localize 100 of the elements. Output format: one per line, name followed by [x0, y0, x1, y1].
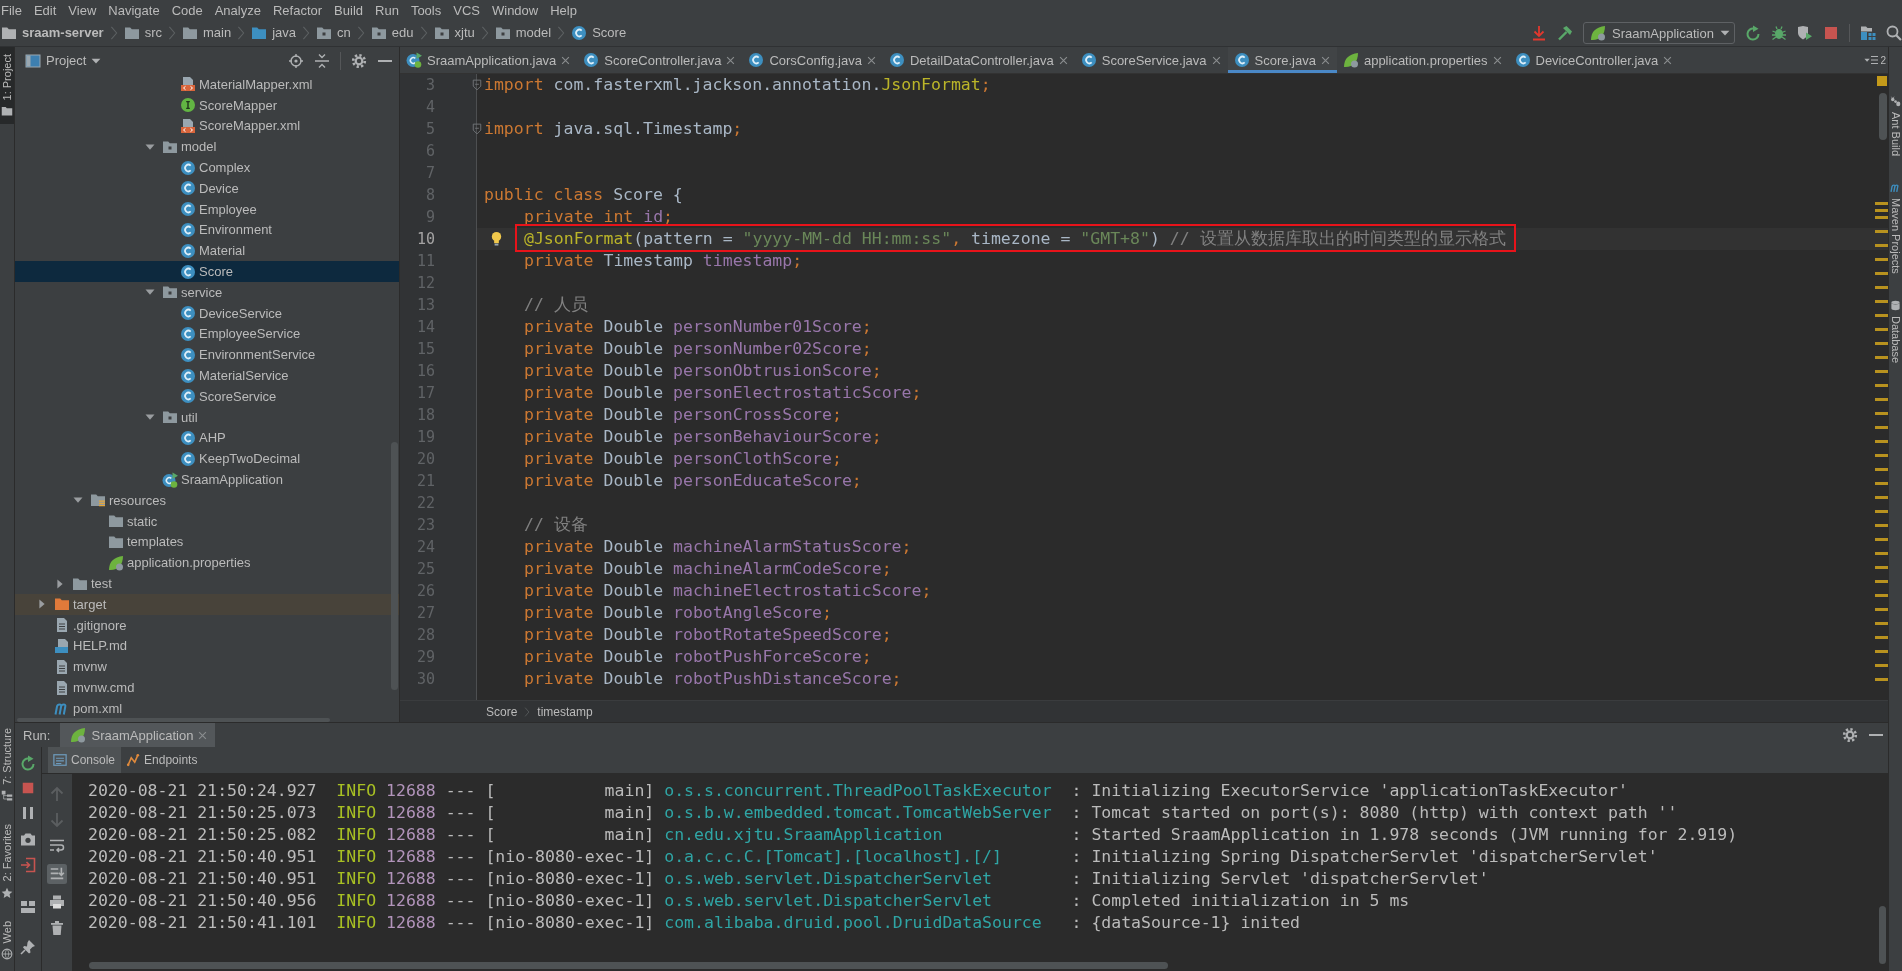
exit-icon[interactable] — [20, 857, 36, 873]
camera-icon[interactable] — [20, 831, 36, 847]
tool-window-button[interactable]: Web — [0, 913, 14, 967]
close-icon[interactable] — [1663, 55, 1673, 65]
tool-window-button[interactable]: 1: Project — [0, 47, 14, 125]
tree-item[interactable]: pom.xml — [15, 697, 399, 719]
breadcrumb[interactable]: java — [251, 24, 297, 42]
search-icon[interactable] — [1886, 25, 1902, 41]
tool-window-button[interactable]: Database — [1889, 292, 1902, 370]
scrollbar-thumb[interactable] — [1879, 93, 1887, 140]
menu-item[interactable]: Build — [334, 1, 363, 19]
tree-item[interactable]: model — [15, 136, 399, 158]
tree-item[interactable]: .gitignore — [15, 614, 399, 636]
trash-icon[interactable] — [49, 920, 65, 936]
breadcrumb[interactable]: main — [182, 24, 232, 42]
tree-item[interactable]: EmployeeService — [15, 323, 399, 345]
tree-item[interactable]: Employee — [15, 198, 399, 220]
tool-window-button[interactable]: Maven Projects — [1889, 175, 1902, 281]
tree-item[interactable]: static — [15, 510, 399, 532]
soft-wrap-icon[interactable] — [49, 838, 65, 854]
stop-icon[interactable] — [1823, 25, 1839, 41]
tree-item[interactable]: mvnw.cmd — [15, 677, 399, 698]
light-bulb-icon[interactable] — [489, 231, 504, 246]
tree-item[interactable]: test — [15, 573, 399, 594]
bug-icon[interactable] — [1771, 25, 1787, 41]
run-tab[interactable]: SraamApplication — [60, 723, 216, 747]
tree-item[interactable]: ScoreMapper.xml — [15, 115, 399, 137]
editor-tab[interactable]: Score.java — [1227, 47, 1337, 73]
project-structure-icon[interactable] — [1860, 25, 1876, 41]
menu-item[interactable]: Window — [491, 1, 539, 19]
scroll-to-end-icon[interactable] — [47, 864, 67, 884]
tree-item[interactable]: MaterialService — [15, 365, 399, 386]
close-icon[interactable] — [561, 55, 571, 65]
tree-item[interactable]: EnvironmentService — [15, 344, 399, 366]
fold-marker-icon[interactable] — [471, 79, 483, 91]
tree-item[interactable]: AHP — [15, 427, 399, 449]
stop-icon[interactable] — [21, 781, 35, 795]
breadcrumb[interactable]: cn — [316, 24, 351, 42]
tree-item[interactable]: application.properties — [15, 552, 399, 574]
close-icon[interactable] — [1211, 55, 1221, 65]
breadcrumb[interactable]: timestamp — [537, 704, 593, 719]
tree-item[interactable]: target — [15, 593, 399, 615]
breadcrumb[interactable]: src — [123, 24, 163, 42]
tree-item[interactable]: mvnw — [15, 656, 399, 678]
tree-item[interactable]: Environment — [15, 219, 399, 241]
console-tab[interactable]: Console — [48, 747, 122, 773]
close-icon[interactable] — [866, 55, 876, 65]
printer-icon[interactable] — [49, 894, 65, 910]
shield-run-icon[interactable] — [1797, 25, 1813, 41]
settings-icon[interactable] — [1842, 727, 1858, 743]
menu-item[interactable]: Code — [171, 1, 203, 19]
close-icon[interactable] — [1492, 55, 1502, 65]
breadcrumb[interactable]: model — [494, 24, 552, 42]
scrollbar-thumb[interactable] — [1879, 906, 1886, 964]
tree-item[interactable]: templates — [15, 531, 399, 553]
tool-window-button[interactable]: 7: Structure — [0, 721, 14, 810]
download-arrow-icon[interactable] — [1531, 25, 1547, 41]
crosshair-icon[interactable] — [288, 52, 304, 69]
tree-item[interactable]: DeviceService — [15, 302, 399, 324]
tool-window-button[interactable]: 2: Favorites — [0, 817, 14, 906]
tree-item[interactable]: service — [15, 281, 399, 303]
breadcrumb[interactable]: Score — [571, 24, 627, 42]
scrollbar-thumb[interactable] — [89, 962, 1168, 969]
close-icon[interactable] — [1058, 55, 1068, 65]
tree-item[interactable]: Complex — [15, 157, 399, 178]
scrollbar-thumb[interactable] — [391, 442, 398, 690]
tree-item[interactable]: Material — [15, 240, 399, 262]
tool-window-button[interactable]: Ant Build — [1889, 89, 1902, 164]
menu-item[interactable]: Tools — [410, 1, 442, 19]
menu-item[interactable]: Navigate — [108, 1, 160, 19]
breadcrumb[interactable]: xjtu — [433, 24, 475, 42]
breadcrumb[interactable]: Score — [486, 704, 518, 719]
tree-item[interactable]: Score — [15, 261, 399, 282]
tab-overflow-button[interactable]: 2 — [1864, 47, 1888, 73]
menu-item[interactable]: Edit — [33, 1, 57, 19]
tree-item[interactable]: Device — [15, 178, 399, 199]
close-icon[interactable] — [726, 55, 736, 65]
console-tab[interactable]: Endpoints — [121, 747, 204, 773]
breadcrumb[interactable]: edu — [370, 24, 414, 42]
tree-item[interactable]: ScoreService — [15, 385, 399, 407]
tree-item[interactable]: MaterialMapper.xml — [15, 74, 399, 95]
breadcrumb[interactable]: sraam-server — [1, 24, 104, 42]
tree-item[interactable]: ScoreMapper — [15, 94, 399, 116]
rerun-icon[interactable] — [20, 755, 36, 771]
run-config-dropdown[interactable]: SraamApplication — [1583, 22, 1735, 44]
tree-item[interactable]: KeepTwoDecimal — [15, 448, 399, 470]
pause-icon[interactable] — [20, 805, 36, 821]
close-icon[interactable] — [198, 730, 208, 740]
tree-item[interactable]: resources — [15, 489, 399, 511]
tree-item[interactable]: util — [15, 406, 399, 428]
hammer-icon[interactable] — [1557, 25, 1573, 41]
layout-icon[interactable] — [20, 899, 36, 915]
collapse-all-icon[interactable] — [314, 52, 330, 69]
menu-item[interactable]: File — [1, 1, 22, 19]
tree-item[interactable]: SraamApplication — [15, 469, 399, 490]
menu-item[interactable]: Analyze — [214, 1, 261, 19]
pin-icon[interactable] — [20, 939, 36, 955]
menu-item[interactable]: View — [68, 1, 97, 19]
rerun-icon[interactable] — [1745, 25, 1761, 41]
menu-item[interactable]: Run — [375, 1, 399, 19]
